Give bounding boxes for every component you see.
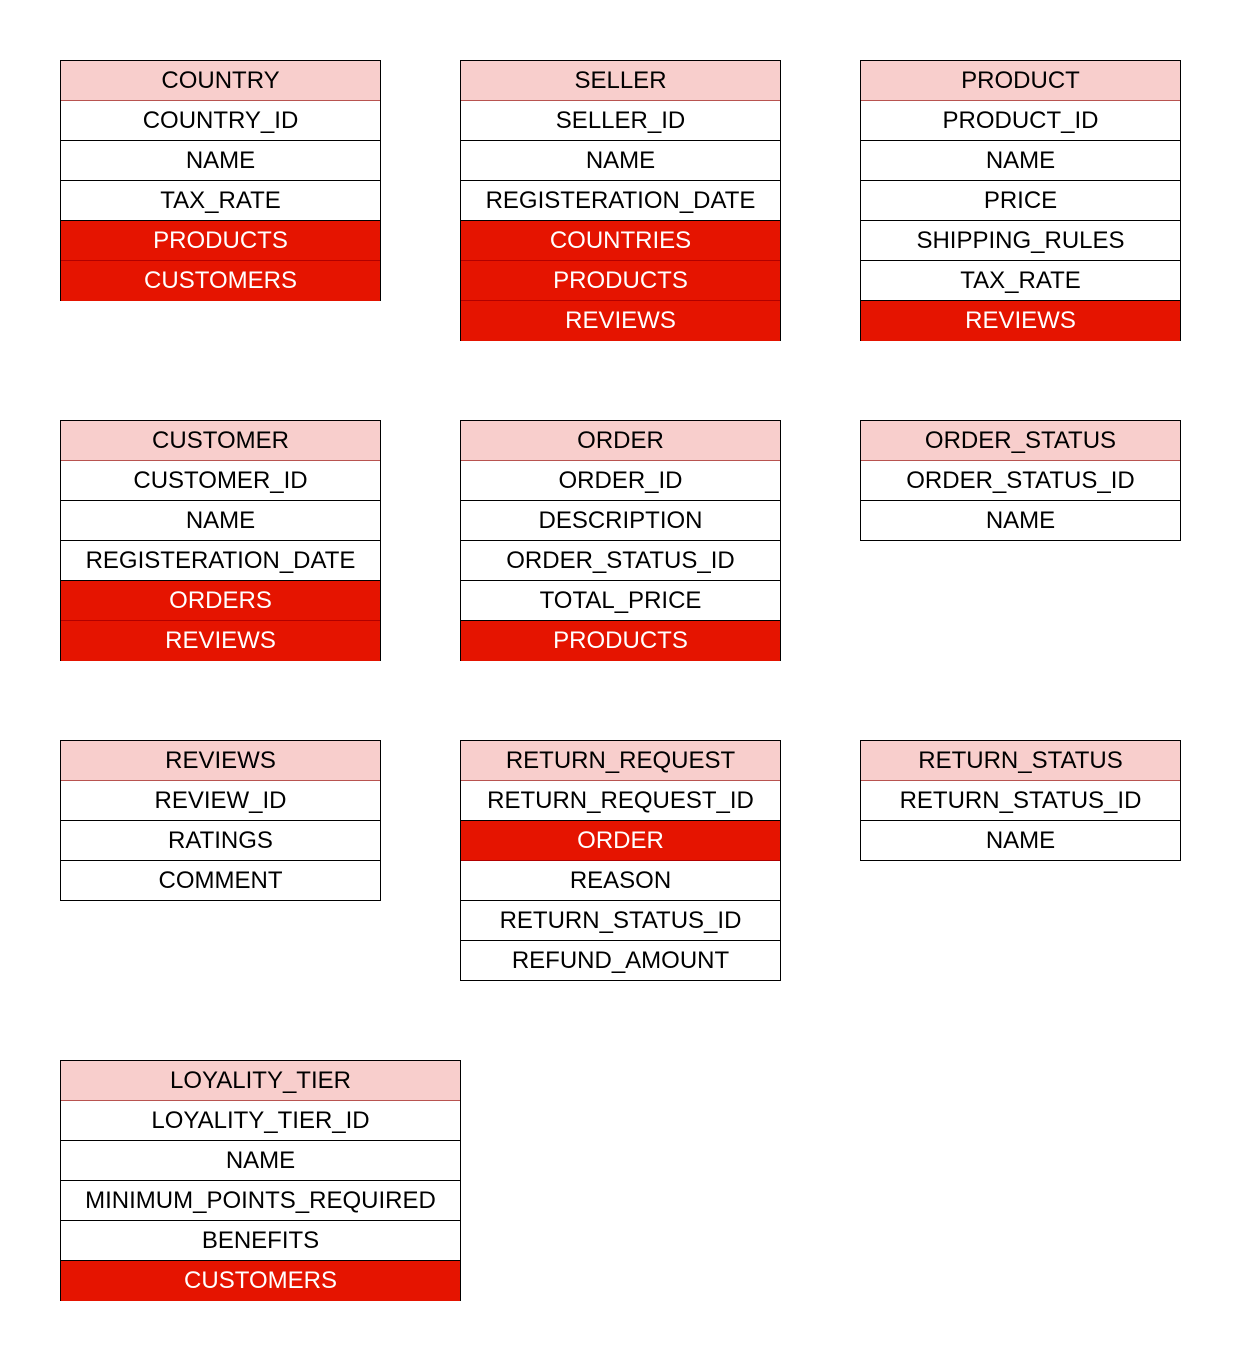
field-product-id[interactable]: PRODUCT_ID: [861, 101, 1180, 141]
relation-loyality-tier-customers[interactable]: CUSTOMERS: [61, 1261, 460, 1301]
entity-reviews[interactable]: REVIEWS REVIEW_ID RATINGS COMMENT: [60, 740, 381, 901]
field-return-request-id[interactable]: RETURN_REQUEST_ID: [461, 781, 780, 821]
field-customer-id[interactable]: CUSTOMER_ID: [61, 461, 380, 501]
field-country-name[interactable]: NAME: [61, 141, 380, 181]
field-review-id[interactable]: REVIEW_ID: [61, 781, 380, 821]
field-loyality-tier-name[interactable]: NAME: [61, 1141, 460, 1181]
field-loyality-tier-benefits[interactable]: BENEFITS: [61, 1221, 460, 1261]
field-order-description[interactable]: DESCRIPTION: [461, 501, 780, 541]
entity-seller[interactable]: SELLER SELLER_ID NAME REGISTERATION_DATE…: [460, 60, 781, 341]
field-return-request-refund-amount[interactable]: REFUND_AMOUNT: [461, 941, 780, 981]
entity-header-return-request[interactable]: RETURN_REQUEST: [461, 741, 780, 781]
entity-header-product[interactable]: PRODUCT: [861, 61, 1180, 101]
entity-header-customer[interactable]: CUSTOMER: [61, 421, 380, 461]
relation-return-request-order[interactable]: ORDER: [461, 821, 780, 861]
field-loyality-tier-minimum-points-required[interactable]: MINIMUM_POINTS_REQUIRED: [61, 1181, 460, 1221]
field-product-shipping-rules[interactable]: SHIPPING_RULES: [861, 221, 1180, 261]
field-return-request-reason[interactable]: REASON: [461, 861, 780, 901]
entity-order[interactable]: ORDER ORDER_ID DESCRIPTION ORDER_STATUS_…: [460, 420, 781, 661]
field-order-status-id[interactable]: ORDER_STATUS_ID: [461, 541, 780, 581]
field-customer-registeration-date[interactable]: REGISTERATION_DATE: [61, 541, 380, 581]
field-return-status-name[interactable]: NAME: [861, 821, 1180, 861]
relation-product-reviews[interactable]: REVIEWS: [861, 301, 1180, 341]
field-product-price[interactable]: PRICE: [861, 181, 1180, 221]
entity-return-request[interactable]: RETURN_REQUEST RETURN_REQUEST_ID ORDER R…: [460, 740, 781, 981]
relation-order-products[interactable]: PRODUCTS: [461, 621, 780, 661]
field-customer-name[interactable]: NAME: [61, 501, 380, 541]
field-seller-registeration-date[interactable]: REGISTERATION_DATE: [461, 181, 780, 221]
entity-header-country[interactable]: COUNTRY: [61, 61, 380, 101]
field-order-id[interactable]: ORDER_ID: [461, 461, 780, 501]
field-return-request-status-id[interactable]: RETURN_STATUS_ID: [461, 901, 780, 941]
entity-country[interactable]: COUNTRY COUNTRY_ID NAME TAX_RATE PRODUCT…: [60, 60, 381, 301]
entity-return-status[interactable]: RETURN_STATUS RETURN_STATUS_ID NAME: [860, 740, 1181, 861]
field-order-status-status-id[interactable]: ORDER_STATUS_ID: [861, 461, 1180, 501]
entity-product[interactable]: PRODUCT PRODUCT_ID NAME PRICE SHIPPING_R…: [860, 60, 1181, 341]
field-loyality-tier-id[interactable]: LOYALITY_TIER_ID: [61, 1101, 460, 1141]
entity-loyality-tier[interactable]: LOYALITY_TIER LOYALITY_TIER_ID NAME MINI…: [60, 1060, 461, 1301]
entity-header-loyality-tier[interactable]: LOYALITY_TIER: [61, 1061, 460, 1101]
entity-header-reviews[interactable]: REVIEWS: [61, 741, 380, 781]
entity-header-order-status[interactable]: ORDER_STATUS: [861, 421, 1180, 461]
field-country-tax-rate[interactable]: TAX_RATE: [61, 181, 380, 221]
field-product-tax-rate[interactable]: TAX_RATE: [861, 261, 1180, 301]
field-order-total-price[interactable]: TOTAL_PRICE: [461, 581, 780, 621]
relation-country-customers[interactable]: CUSTOMERS: [61, 261, 380, 301]
entity-header-seller[interactable]: SELLER: [461, 61, 780, 101]
entity-header-order[interactable]: ORDER: [461, 421, 780, 461]
relation-customer-orders[interactable]: ORDERS: [61, 581, 380, 621]
field-review-ratings[interactable]: RATINGS: [61, 821, 380, 861]
field-review-comment[interactable]: COMMENT: [61, 861, 380, 901]
relation-seller-countries[interactable]: COUNTRIES: [461, 221, 780, 261]
entity-header-return-status[interactable]: RETURN_STATUS: [861, 741, 1180, 781]
entity-order-status[interactable]: ORDER_STATUS ORDER_STATUS_ID NAME: [860, 420, 1181, 541]
field-product-name[interactable]: NAME: [861, 141, 1180, 181]
relation-seller-products[interactable]: PRODUCTS: [461, 261, 780, 301]
relation-seller-reviews[interactable]: REVIEWS: [461, 301, 780, 341]
relation-country-products[interactable]: PRODUCTS: [61, 221, 380, 261]
field-seller-id[interactable]: SELLER_ID: [461, 101, 780, 141]
field-seller-name[interactable]: NAME: [461, 141, 780, 181]
relation-customer-reviews[interactable]: REVIEWS: [61, 621, 380, 661]
field-order-status-name[interactable]: NAME: [861, 501, 1180, 541]
field-return-status-id[interactable]: RETURN_STATUS_ID: [861, 781, 1180, 821]
entity-customer[interactable]: CUSTOMER CUSTOMER_ID NAME REGISTERATION_…: [60, 420, 381, 661]
field-country-id[interactable]: COUNTRY_ID: [61, 101, 380, 141]
